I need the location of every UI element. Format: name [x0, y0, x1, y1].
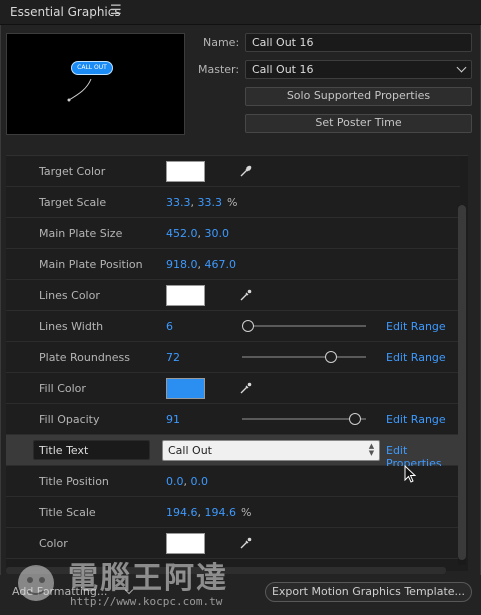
export-template-button[interactable]: Export Motion Graphics Template...	[265, 582, 472, 602]
slider-knob[interactable]	[242, 320, 255, 332]
property-label: Lines Width	[39, 320, 104, 333]
slider-value[interactable]: 6	[166, 320, 173, 333]
property-row-fill-opacity: Fill Opacity 91 Edit Range	[6, 404, 460, 435]
property-label: Target Scale	[39, 196, 107, 209]
property-label: Fill Opacity	[39, 413, 100, 426]
set-poster-time-button[interactable]: Set Poster Time	[245, 114, 472, 133]
eyedropper-icon[interactable]	[238, 163, 254, 179]
property-label: Target Color	[39, 165, 106, 178]
property-label: Title Position	[39, 475, 109, 488]
property-row-title-text[interactable]: Title Text Call Out ▲ ▼ Edit Properties	[6, 435, 460, 470]
property-row-color: Color	[6, 528, 460, 559]
horizontal-scrollbar[interactable]	[6, 567, 446, 574]
vertical-scrollbar-thumb[interactable]	[458, 205, 466, 560]
property-row-target-scale: Target Scale 33.3, 33.3%	[6, 187, 460, 218]
property-label: Title Scale	[39, 506, 96, 519]
color-swatch[interactable]	[166, 161, 205, 182]
master-select-value: Call Out 16	[252, 63, 314, 76]
slider-knob[interactable]	[325, 351, 338, 363]
property-label: Main Plate Size	[39, 227, 123, 240]
add-formatting-dropdown[interactable]: Add Formatting...	[12, 585, 107, 598]
template-preview: CALL OUT	[6, 33, 185, 135]
property-label: Color	[39, 537, 68, 550]
color-swatch[interactable]	[166, 285, 205, 306]
property-label-field[interactable]: Title Text	[33, 440, 150, 460]
title-text-input[interactable]: Call Out ▲ ▼	[162, 440, 380, 461]
master-select[interactable]: Call Out 16	[245, 60, 472, 79]
chevron-down-icon	[456, 62, 467, 73]
title-text-value: Call Out	[168, 444, 212, 457]
preview-callout: CALL OUT	[71, 61, 113, 75]
edit-range-link[interactable]: Edit Range	[386, 320, 446, 333]
property-label: Fill Color	[39, 382, 86, 395]
size-value[interactable]: 452.0, 30.0	[166, 227, 229, 240]
eyedropper-icon[interactable]	[238, 380, 254, 396]
property-row-plate-roundness: Plate Roundness 72 Edit Range	[6, 342, 460, 373]
mouse-cursor-icon	[404, 465, 417, 483]
scale-value[interactable]: 194.6, 194.6%	[166, 506, 251, 519]
scale-value[interactable]: 33.3, 33.3%	[166, 196, 237, 209]
slider-knob[interactable]	[348, 413, 361, 425]
position-value[interactable]: 0.0, 0.0	[166, 475, 208, 488]
slider-track[interactable]	[242, 351, 366, 363]
vertical-scrollbar[interactable]	[458, 205, 466, 565]
eyedropper-icon[interactable]	[238, 287, 254, 303]
name-label: Name:	[203, 36, 240, 49]
property-label: Main Plate Position	[39, 258, 143, 271]
property-row-title-scale: Title Scale 194.6, 194.6%	[6, 497, 460, 528]
property-label: Plate Roundness	[39, 351, 131, 364]
panel-title: Essential Graphics	[10, 5, 121, 19]
solo-supported-properties-button[interactable]: Solo Supported Properties	[245, 87, 472, 106]
property-row-lines-width: Lines Width 6 Edit Range	[6, 311, 460, 342]
edit-range-link[interactable]: Edit Range	[386, 413, 446, 426]
color-swatch[interactable]	[166, 378, 205, 399]
property-row-target-color: Target Color	[6, 156, 460, 187]
slider-value[interactable]: 91	[166, 413, 180, 426]
property-row-main-plate-position: Main Plate Position 918.0, 467.0	[6, 249, 460, 280]
master-label: Master:	[198, 63, 240, 76]
color-swatch[interactable]	[166, 533, 205, 554]
edit-range-link[interactable]: Edit Range	[386, 351, 446, 364]
chevron-down-icon	[124, 585, 134, 595]
text-stepper-icon[interactable]: ▲ ▼	[367, 443, 376, 458]
property-row-fill-color: Fill Color	[6, 373, 460, 404]
name-field[interactable]: Call Out 16	[245, 33, 472, 52]
slider-track[interactable]	[242, 413, 366, 425]
property-row-main-plate-size: Main Plate Size 452.0, 30.0	[6, 218, 460, 249]
property-label: Lines Color	[39, 289, 100, 302]
property-list: Target Color Target Scale 33.3, 33.3% Ma…	[6, 155, 468, 571]
slider-track[interactable]	[242, 320, 366, 332]
eyedropper-icon[interactable]	[238, 535, 254, 551]
property-row-lines-color: Lines Color	[6, 280, 460, 311]
property-row-title-position: Title Position 0.0, 0.0	[6, 466, 460, 497]
callout-line-icon	[67, 78, 92, 102]
slider-value[interactable]: 72	[166, 351, 180, 364]
panel-footer: Add Formatting... Export Motion Graphics…	[0, 575, 481, 615]
panel-titlebar: Essential Graphics ☰	[0, 0, 481, 25]
position-value[interactable]: 918.0, 467.0	[166, 258, 236, 271]
hamburger-menu-icon[interactable]: ☰	[110, 3, 122, 18]
